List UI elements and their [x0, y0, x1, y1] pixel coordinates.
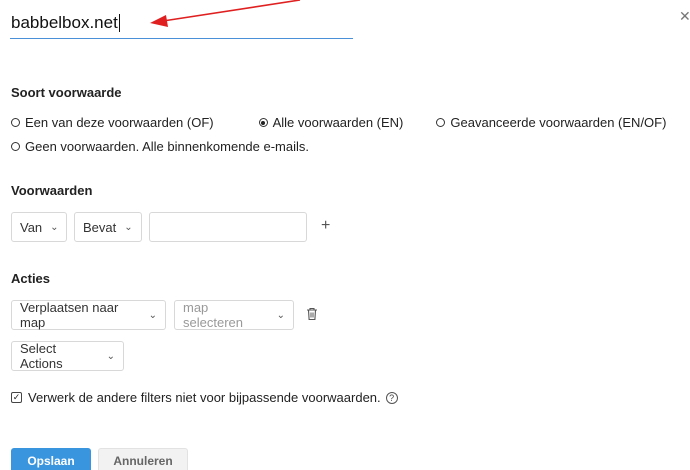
radio-label: Alle voorwaarden (EN) — [272, 115, 404, 130]
chevron-down-icon: ⌄ — [124, 221, 133, 233]
condition-value-input[interactable] — [149, 212, 307, 242]
select-value: Verplaatsen naar map — [20, 300, 119, 330]
checkbox-label: Verwerk de andere filters niet voor bijp… — [28, 390, 381, 405]
close-icon[interactable]: ✕ — [679, 8, 690, 25]
radio-option-and[interactable]: Alle voorwaarden (EN) — [258, 115, 404, 130]
help-icon[interactable]: ? — [385, 391, 398, 404]
chevron-down-icon: ⌄ — [106, 350, 115, 362]
filter-name-value: babbelbox.net — [11, 13, 118, 32]
condition-type-options-row1: Een van deze voorwaarden (OF) Alle voorw… — [11, 115, 666, 130]
chevron-down-icon: ⌄ — [276, 309, 285, 321]
radio-checked-icon — [258, 118, 268, 127]
text-caret — [118, 14, 120, 32]
filter-editor: babbelbox.net ✕ Soort voorwaarde Een van… — [0, 0, 690, 470]
radio-option-advanced[interactable]: Geavanceerde voorwaarden (EN/OF) — [436, 115, 666, 130]
condition-operator-select[interactable]: Bevat ⌄ — [74, 212, 142, 242]
save-button[interactable]: Opslaan — [11, 448, 91, 470]
select-value: map selecteren — [183, 300, 243, 330]
cancel-button[interactable]: Annuleren — [98, 448, 188, 470]
condition-type-title: Soort voorwaarde — [11, 85, 122, 100]
condition-type-options-row2: Geen voorwaarden. Alle binnenkomende e-m… — [11, 139, 309, 154]
chevron-down-icon: ⌄ — [50, 221, 59, 233]
filter-name-input[interactable]: babbelbox.net — [10, 8, 353, 39]
conditions-title: Voorwaarden — [11, 183, 93, 198]
radio-label: Geen voorwaarden. Alle binnenkomende e-m… — [25, 139, 310, 154]
radio-option-or[interactable]: Een van deze voorwaarden (OF) — [11, 115, 214, 130]
action-type-select[interactable]: Verplaatsen naar map ⌄ — [11, 300, 166, 330]
radio-label: Geavanceerde voorwaarden (EN/OF) — [450, 115, 667, 130]
folder-select[interactable]: map selecteren ⌄ — [174, 300, 294, 330]
radio-icon — [436, 118, 446, 127]
actions-title: Acties — [11, 271, 51, 286]
stop-processing-option[interactable]: ✓ Verwerk de andere filters niet voor bi… — [11, 390, 398, 405]
chevron-down-icon: ⌄ — [148, 309, 157, 321]
select-value: Bevat — [83, 219, 117, 235]
select-value: Select Actions — [20, 341, 63, 371]
radio-icon — [11, 118, 20, 127]
select-value: Van — [20, 219, 43, 235]
checkbox-checked-icon[interactable]: ✓ — [11, 392, 22, 403]
radio-label: Een van deze voorwaarden (OF) — [25, 115, 214, 130]
radio-option-none[interactable]: Geen voorwaarden. Alle binnenkomende e-m… — [11, 139, 309, 154]
trash-icon[interactable] — [306, 307, 318, 321]
select-actions-dropdown[interactable]: Select Actions ⌄ — [11, 341, 124, 371]
radio-icon — [11, 142, 20, 151]
condition-field-select[interactable]: Van ⌄ — [11, 212, 67, 242]
add-condition-plus-icon[interactable]: + — [321, 217, 330, 235]
